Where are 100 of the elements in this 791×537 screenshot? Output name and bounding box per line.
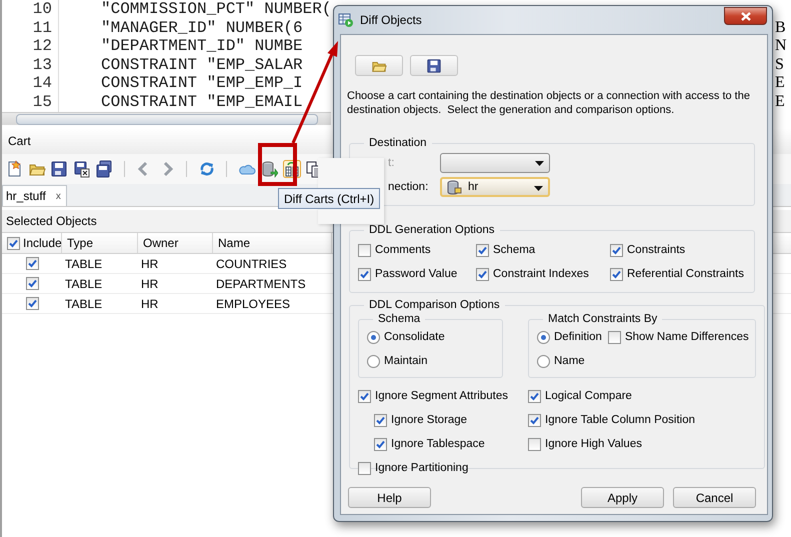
window-title: Diff Objects — [360, 12, 422, 26]
field-label: t: — [388, 157, 394, 169]
code-fragment: E — [775, 74, 785, 91]
table-cell-text: HR — [140, 256, 160, 272]
radio-button[interactable] — [367, 354, 380, 368]
radio-button[interactable] — [367, 330, 380, 344]
column-header: Include — [23, 236, 62, 250]
checkbox[interactable] — [476, 268, 489, 280]
column-header: Type — [67, 236, 94, 250]
dialog-button[interactable]: Cancel — [673, 487, 756, 508]
checkbox-label: Schema — [493, 244, 536, 256]
line-number: 15 — [32, 92, 53, 111]
table-cell-text: TABLE — [64, 296, 104, 312]
code-fragment: E — [775, 92, 785, 110]
checkbox[interactable] — [358, 462, 371, 474]
line-number: 13 — [32, 56, 53, 74]
save-icon[interactable] — [50, 160, 68, 178]
checkbox[interactable] — [528, 414, 541, 426]
checkbox[interactable] — [26, 277, 38, 290]
code-line: "COMMISSION_PCT" NUMBER( — [101, 0, 332, 18]
checkbox[interactable] — [374, 438, 387, 450]
caret-icon — [534, 186, 543, 191]
checkbox-label: Referential Constraints — [627, 268, 744, 280]
checkbox[interactable] — [610, 268, 623, 280]
open-button[interactable] — [355, 55, 403, 76]
code-line: "DEPARTMENT_ID" NUMBE — [101, 37, 303, 56]
tab-label: hr_stuff — [6, 189, 46, 203]
checkbox-label: Ignore Table Column Position — [545, 414, 696, 426]
checkbox[interactable] — [358, 244, 371, 256]
checkbox-label: Comments — [375, 244, 431, 256]
code-fragment: S — [775, 56, 784, 72]
code-line: CONSTRAINT "EMP_EMAIL — [101, 92, 303, 111]
checkbox-label: Ignore Segment Attributes — [375, 390, 508, 402]
group-title: Match Constraints By — [547, 313, 658, 325]
radio-label: Consolidate — [384, 331, 445, 343]
code-line: "MANAGER_ID" NUMBER(6 — [101, 18, 303, 37]
database-icon — [446, 179, 462, 195]
save-button[interactable] — [410, 55, 458, 76]
editor-tab[interactable]: hr_stuff x — [2, 185, 67, 206]
checkbox-label: Constraint Indexes — [493, 268, 589, 280]
code-fragment: B — [775, 18, 786, 36]
table-cell-text: COUNTRIES — [215, 256, 288, 272]
checkbox[interactable] — [7, 236, 20, 250]
column-header: Name — [218, 236, 250, 250]
panel-title: Cart — [8, 134, 31, 148]
close-icon — [740, 10, 752, 22]
checkbox[interactable] — [358, 268, 371, 280]
checkbox-label: Ignore Storage — [391, 414, 468, 426]
close-tab-button[interactable]: x — [56, 190, 61, 202]
save-icon — [426, 58, 442, 74]
table-cell-text: TABLE — [64, 276, 104, 292]
stacked-floppy-icon[interactable] — [95, 160, 113, 178]
group-title: Schema — [377, 313, 422, 325]
checkbox-label: Ignore Partitioning — [375, 462, 468, 474]
checkbox-label: Show Name Differences — [624, 331, 749, 343]
close-button[interactable] — [724, 7, 767, 25]
checkbox-label: Ignore High Values — [545, 438, 642, 450]
table-cell-text: HR — [140, 296, 160, 312]
checkbox[interactable] — [610, 244, 623, 256]
checkbox-label: Logical Compare — [545, 390, 632, 402]
checkbox[interactable] — [528, 390, 541, 402]
checkbox[interactable] — [608, 330, 621, 344]
floppy-document-icon[interactable] — [72, 160, 90, 178]
section-title: Selected Objects — [6, 214, 97, 228]
checkbox[interactable] — [476, 244, 489, 256]
checkbox[interactable] — [374, 414, 387, 426]
radio-button[interactable] — [537, 354, 550, 368]
checkbox-label: Constraints — [627, 244, 686, 256]
checkbox[interactable] — [26, 297, 38, 310]
table-cell-text: DEPARTMENTS — [215, 276, 307, 292]
radio-button[interactable] — [537, 330, 550, 344]
dropdown-value: hr — [468, 181, 478, 193]
tooltip: Diff Carts (Ctrl+I) — [278, 188, 380, 209]
radio-label: Maintain — [384, 355, 428, 367]
checkbox[interactable] — [358, 390, 371, 402]
checkbox[interactable] — [528, 438, 541, 450]
database-arrow-icon[interactable] — [260, 160, 278, 178]
field-label: nection: — [388, 181, 428, 193]
description: Choose a cart containing the destination objects or a connection with access to the destination objects. Select the generation and comparison options. — [347, 89, 751, 117]
line-number: 11 — [32, 18, 53, 37]
dropdown[interactable]: hr — [440, 177, 550, 197]
caret-icon — [535, 161, 544, 166]
checkbox[interactable] — [26, 257, 38, 270]
refresh-icon[interactable] — [198, 160, 216, 178]
code-line: CONSTRAINT "EMP_EMP_I — [101, 74, 303, 92]
code-fragment: N — [775, 37, 787, 54]
group-title: DDL Comparison Options — [368, 299, 501, 311]
dialog-button[interactable]: Help — [348, 487, 431, 508]
table-cell-text: TABLE — [64, 256, 104, 272]
horizontal-scrollbar[interactable] — [2, 112, 331, 125]
checkbox-label: Ignore Tablespace — [391, 438, 485, 450]
radio-label: Name — [554, 355, 585, 367]
radio-label: Definition — [554, 331, 602, 343]
code-line: CONSTRAINT "EMP_SALAR — [101, 56, 303, 74]
column-header: Owner — [143, 236, 178, 250]
highlight-frame — [258, 143, 297, 186]
group-title: Destination — [368, 137, 428, 149]
table-cell-text: EMPLOYEES — [215, 296, 292, 312]
dialog-button[interactable]: Apply — [581, 487, 664, 508]
line-number: 12 — [32, 37, 53, 56]
